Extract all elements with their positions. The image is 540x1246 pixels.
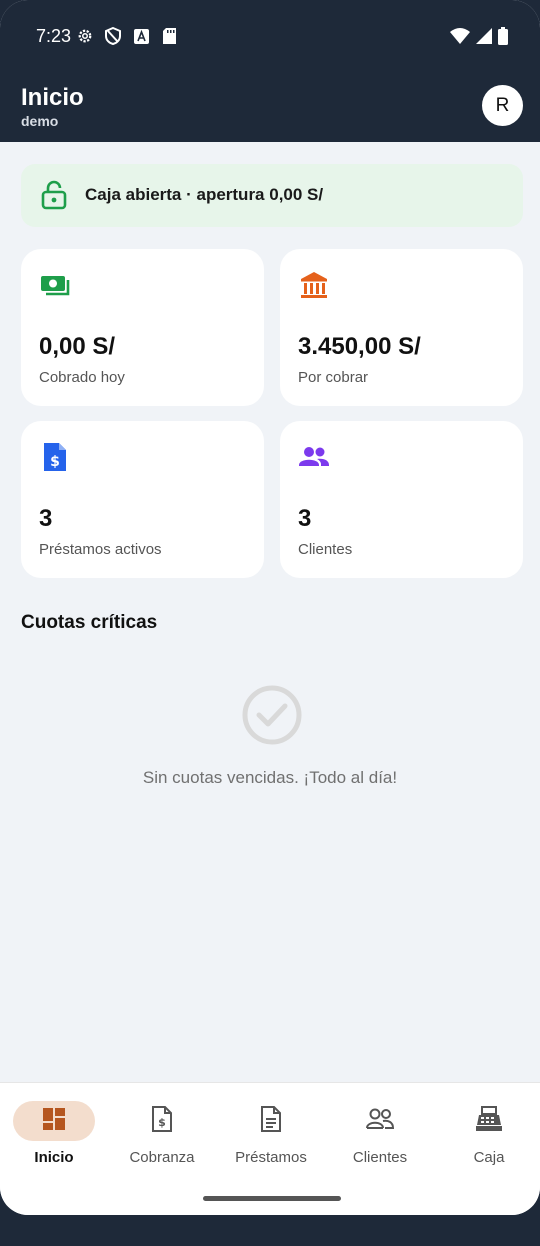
cash-icon <box>39 269 71 301</box>
nav-label: Préstamos <box>235 1149 307 1166</box>
nav-icon-wrap <box>339 1101 421 1141</box>
gesture-handle[interactable] <box>203 1196 341 1201</box>
card-value: 3.450,00 S/ <box>298 333 421 360</box>
document-icon <box>260 1105 282 1137</box>
wifi-icon <box>450 28 470 49</box>
invoice-dollar-icon: $ <box>39 441 71 473</box>
nav-icon-wrap <box>230 1101 312 1141</box>
nav-item-clientes[interactable]: Clientes <box>326 1083 434 1183</box>
app-screen: 7:23 Inicio demo R Caja abierta · apertu… <box>0 0 540 1215</box>
nav-item-inicio[interactable]: Inicio <box>0 1083 108 1183</box>
nav-icon-wrap: $ <box>121 1101 203 1141</box>
nav-item-cobranza[interactable]: $ Cobranza <box>108 1083 216 1183</box>
people-icon <box>298 441 330 473</box>
check-circle-icon <box>241 684 303 746</box>
nav-active-indicator <box>13 1101 95 1141</box>
card-active-loans[interactable]: $ 3 Préstamos activos <box>21 421 264 578</box>
invoice-dollar-icon: $ <box>151 1105 173 1137</box>
battery-icon <box>498 27 508 50</box>
card-collected-today[interactable]: 0,00 S/ Cobrado hoy <box>21 249 264 406</box>
card-clients[interactable]: 3 Clientes <box>280 421 523 578</box>
signal-icon <box>476 28 492 49</box>
avatar[interactable]: R <box>482 85 523 126</box>
sd-card-icon <box>160 27 178 45</box>
card-label: Clientes <box>298 541 353 558</box>
cash-status-text: Caja abierta · apertura 0,00 S/ <box>85 185 324 204</box>
nav-icon-wrap <box>448 1101 530 1141</box>
cash-register-icon <box>475 1105 503 1137</box>
card-label: Por cobrar <box>298 369 369 386</box>
critical-installments-title: Cuotas críticas <box>21 612 158 633</box>
nav-item-prestamos[interactable]: Préstamos <box>217 1083 325 1183</box>
cash-status-banner: Caja abierta · apertura 0,00 S/ <box>21 164 523 227</box>
bottom-bezel <box>0 1215 540 1246</box>
shield-icon <box>104 27 122 45</box>
status-icons-left <box>76 27 178 45</box>
empty-state-text: Sin cuotas vencidas. ¡Todo al día! <box>142 768 398 787</box>
page-subtitle: demo <box>21 113 59 129</box>
nav-item-caja[interactable]: Caja <box>435 1083 540 1183</box>
lock-open-icon <box>41 180 67 210</box>
dashboard-icon <box>42 1107 66 1136</box>
card-label: Préstamos activos <box>39 541 162 558</box>
nav-label: Inicio <box>34 1149 74 1166</box>
card-to-collect[interactable]: 3.450,00 S/ Por cobrar <box>280 249 523 406</box>
nav-label: Cobranza <box>129 1149 195 1166</box>
svg-text:$: $ <box>158 1116 166 1129</box>
status-icons-right <box>450 27 508 50</box>
status-time: 7:23 <box>36 26 72 46</box>
page-title: Inicio <box>21 84 84 111</box>
bank-icon <box>298 269 330 301</box>
nav-label: Caja <box>473 1149 505 1166</box>
nav-label: Clientes <box>352 1149 408 1166</box>
app-bar: 7:23 Inicio demo R <box>0 0 540 142</box>
card-label: Cobrado hoy <box>39 369 125 386</box>
card-value: 0,00 S/ <box>39 333 116 360</box>
card-value: 3 <box>298 505 312 532</box>
card-value: 3 <box>39 505 53 532</box>
keyboard-a-icon <box>132 27 150 45</box>
svg-text:$: $ <box>50 454 60 470</box>
settings-gear-icon <box>76 27 94 45</box>
people-icon <box>365 1107 395 1136</box>
